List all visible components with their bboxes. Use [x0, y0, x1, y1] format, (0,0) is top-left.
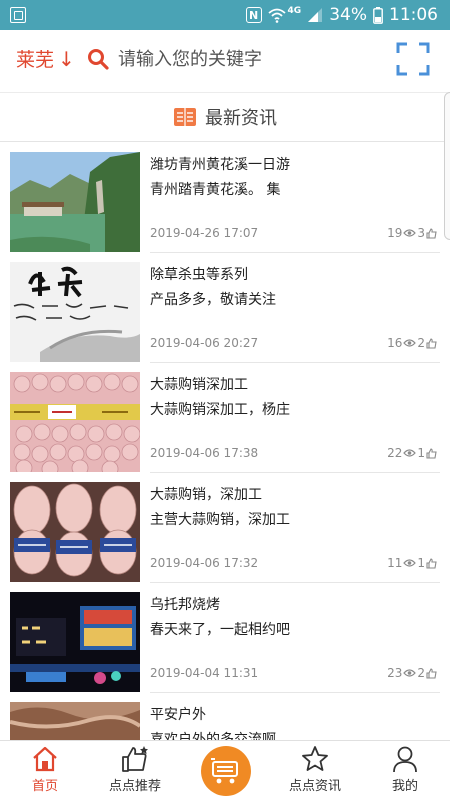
like-count: 2: [417, 666, 425, 680]
search-icon: [88, 49, 109, 70]
news-stats: 22 1: [387, 446, 438, 460]
view-count: 23: [387, 666, 403, 680]
news-thumbnail: [10, 592, 140, 692]
news-item[interactable]: 大蒜购销，深加工 主营大蒜购销，深加工 2019-04-06 17:32 11 …: [0, 472, 450, 583]
news-thumbnail: [10, 482, 140, 582]
app-root: N 4G 34% 11:06 莱芜 ↓ 请输入您的关键字 最新资讯 潍坊青州黄花…: [0, 0, 450, 800]
view-count: 22: [387, 446, 403, 460]
view-count: 11: [387, 556, 403, 570]
search-bar[interactable]: [86, 40, 386, 78]
news-stats: 19 3: [387, 226, 438, 240]
news-date: 2019-04-26 17:07: [150, 226, 259, 240]
tab-label: 我的: [391, 779, 418, 794]
news-summary: 喜欢户外的多交流啊: [150, 732, 276, 740]
like-count: 1: [417, 556, 425, 570]
news-title: 大蒜购销深加工: [150, 377, 248, 393]
eye-icon: [403, 449, 417, 457]
thumbs-up-small-icon: [426, 227, 437, 239]
news-item[interactable]: 潍坊青州黄花溪一日游 青州踏青黄花溪。 集 2019-04-26 17:07 1…: [0, 142, 450, 253]
battery-icon: [373, 6, 383, 24]
news-item[interactable]: 大蒜购销深加工 大蒜购销深加工，杨庄 2019-04-06 17:38 22 1: [0, 362, 450, 473]
header-bar: 莱芜 ↓: [0, 30, 450, 88]
like-count: 2: [417, 336, 425, 350]
star-icon: [302, 746, 328, 771]
tab-label: 点点推荐: [108, 779, 161, 794]
news-summary: 春天来了，一起相约吧: [150, 622, 290, 638]
user-icon: [393, 746, 417, 773]
battery-percent: 34%: [329, 5, 367, 25]
shop-cart-icon: [211, 758, 238, 784]
thumbs-up-icon: [122, 746, 148, 772]
tab-mine[interactable]: 我的: [360, 741, 450, 800]
thumbs-up-small-icon: [426, 667, 437, 679]
status-indicators: N 4G 34% 11:06: [245, 0, 438, 30]
tab-label: 首页: [31, 779, 58, 794]
news-item[interactable]: 乌托邦烧烤 春天来了，一起相约吧 2019-04-04 11:31 23 2: [0, 582, 450, 693]
scan-icon[interactable]: [396, 42, 430, 76]
news-summary: 青州踏青黄花溪。 集: [150, 182, 281, 198]
tab-label: 点点资讯: [288, 779, 341, 794]
city-arrow-icon: ↓: [58, 46, 75, 71]
news-title: 除草杀虫等系列: [150, 267, 248, 283]
tab-news[interactable]: 点点资讯: [270, 741, 360, 800]
clock: 11:06: [389, 5, 438, 25]
news-list[interactable]: 潍坊青州黄花溪一日游 青州踏青黄花溪。 集 2019-04-26 17:07 1…: [0, 142, 450, 740]
news-item[interactable]: 除草杀虫等系列 产品多多，敬请关注 2019-04-06 20:27 16 2: [0, 252, 450, 363]
news-title: 平安户外: [150, 707, 206, 723]
tab-home[interactable]: 首页: [0, 741, 90, 800]
eye-icon: [403, 559, 417, 567]
news-stats: 11 1: [387, 556, 438, 570]
thumbs-up-small-icon: [426, 557, 437, 569]
news-thumbnail: [10, 702, 140, 740]
city-selector[interactable]: 莱芜 ↓: [16, 45, 75, 72]
section-header: 最新资讯: [0, 92, 450, 142]
like-count: 3: [417, 226, 425, 240]
news-summary: 主营大蒜购销，深加工: [150, 512, 290, 528]
thumbs-up-small-icon: [426, 337, 437, 349]
news-title: 潍坊青州黄花溪一日游: [150, 157, 290, 173]
thumbs-up-small-icon: [426, 447, 437, 459]
wifi-icon: [267, 7, 286, 23]
news-summary: 大蒜购销深加工，杨庄: [150, 402, 290, 418]
center-shop-button[interactable]: [201, 746, 251, 796]
search-input[interactable]: [118, 48, 368, 70]
news-stats: 16 2: [387, 336, 438, 350]
home-icon: [33, 746, 57, 772]
city-name: 莱芜: [16, 49, 55, 71]
view-count: 16: [387, 336, 403, 350]
app-notification-icon: [10, 7, 26, 23]
view-count: 19: [387, 226, 403, 240]
news-date: 2019-04-06 17:32: [150, 556, 259, 570]
nfc-icon: N: [245, 7, 262, 23]
news-date: 2019-04-04 11:31: [150, 666, 259, 680]
network-type: 4G: [287, 6, 302, 16]
news-date: 2019-04-06 20:27: [150, 336, 259, 350]
news-thumbnail: [10, 372, 140, 472]
news-item[interactable]: 平安户外 喜欢户外的多交流啊: [0, 692, 450, 740]
news-title: 乌托邦烧烤: [150, 597, 220, 613]
eye-icon: [403, 669, 417, 677]
signal-icon: [307, 7, 323, 23]
news-thumbnail: [10, 152, 140, 252]
status-bar: N 4G 34% 11:06: [0, 0, 450, 30]
tab-recommend[interactable]: 点点推荐: [90, 741, 180, 800]
news-title: 大蒜购销，深加工: [150, 487, 262, 503]
like-count: 1: [417, 446, 425, 460]
section-title: 最新资讯: [205, 108, 277, 129]
news-thumbnail: [10, 262, 140, 362]
news-summary: 产品多多，敬请关注: [150, 292, 276, 308]
news-stats: 23 2: [387, 666, 438, 680]
news-date: 2019-04-06 17:38: [150, 446, 259, 460]
news-book-icon: [174, 108, 196, 126]
eye-icon: [403, 339, 417, 347]
eye-icon: [403, 229, 417, 237]
